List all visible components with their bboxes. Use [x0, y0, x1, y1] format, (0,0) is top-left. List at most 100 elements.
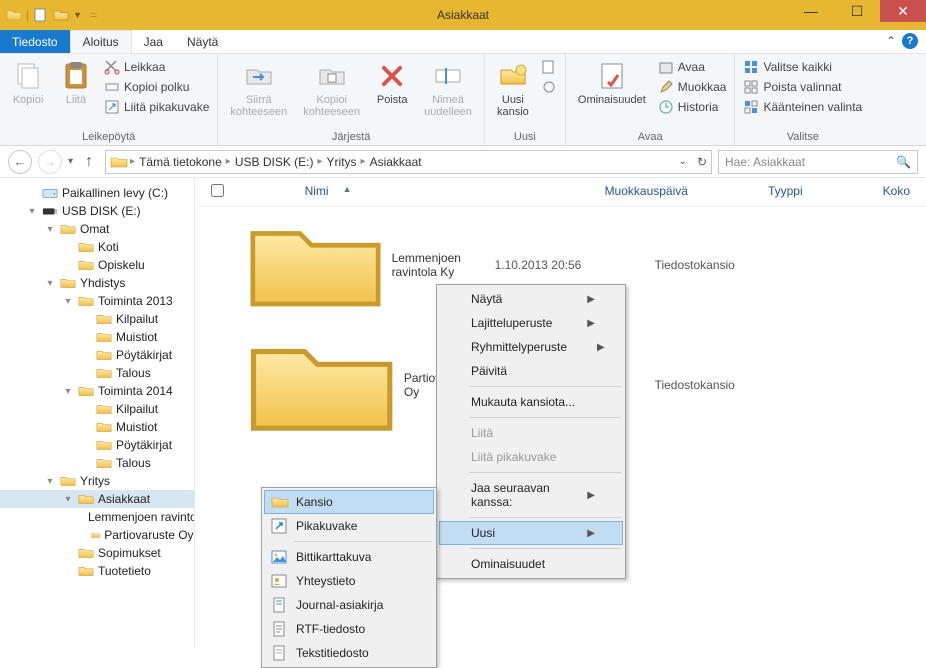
back-button[interactable]: ←: [8, 150, 32, 174]
crumb-asiakkaat[interactable]: Asiakkaat: [368, 155, 424, 169]
context-submenu-new[interactable]: Kansio Pikakuvake Bittikarttakuva Yhteys…: [261, 487, 437, 668]
copy-path-button[interactable]: Kopioi polku: [104, 78, 209, 96]
sort-asc-icon[interactable]: ▲: [343, 184, 352, 200]
tab-home[interactable]: Aloitus: [70, 30, 132, 53]
col-name[interactable]: Nimi: [305, 184, 329, 200]
tree-item[interactable]: Tuotetieto: [0, 562, 194, 580]
expand-icon[interactable]: ▾: [44, 278, 56, 289]
crumb-computer[interactable]: Tämä tietokone: [137, 155, 224, 169]
copy-to-button[interactable]: Kopioi kohteeseen: [299, 58, 364, 120]
tab-file[interactable]: Tiedosto: [0, 30, 70, 53]
cm-share[interactable]: Jaa seuraavan kanssa:▶: [439, 476, 623, 514]
cut-button[interactable]: Leikkaa: [104, 58, 209, 76]
refresh-icon[interactable]: ↻: [697, 155, 707, 169]
breadcrumb[interactable]: ▸ Tämä tietokone ▸ USB DISK (E:) ▸ Yrity…: [105, 150, 712, 174]
close-button[interactable]: ✕: [880, 0, 926, 22]
tree-item[interactable]: Lemmenjoen ravintola Ky: [0, 508, 194, 526]
tree-item[interactable]: ▾Omat: [0, 220, 194, 238]
tree-item[interactable]: Partiovaruste Oy: [0, 526, 194, 544]
cm-properties[interactable]: Ominaisuudet: [439, 552, 623, 576]
expand-icon[interactable]: ▾: [44, 476, 56, 487]
chevron-right-icon[interactable]: ▸: [226, 156, 231, 167]
history-button[interactable]: Historia: [658, 98, 727, 116]
deselect-button[interactable]: Poista valinnat: [743, 78, 862, 96]
cm-new-journal[interactable]: Journal-asiakirja: [264, 593, 434, 617]
cm-new-contact[interactable]: Yhteystieto: [264, 569, 434, 593]
tree-item[interactable]: Kilpailut: [0, 310, 194, 328]
cm-new[interactable]: Uusi▶: [439, 521, 623, 545]
tree-item[interactable]: Sopimukset: [0, 544, 194, 562]
cm-new-folder[interactable]: Kansio: [264, 490, 434, 514]
delete-button[interactable]: Poista: [372, 58, 412, 108]
rename-button[interactable]: Nimeä uudelleen: [420, 58, 476, 120]
tree-item[interactable]: ▾Toiminta 2013: [0, 292, 194, 310]
tree-item[interactable]: ▾Toiminta 2014: [0, 382, 194, 400]
cm-customize[interactable]: Mukauta kansiota...: [439, 390, 623, 414]
tree-item[interactable]: Opiskelu: [0, 256, 194, 274]
tree-item[interactable]: ▾Yhdistys: [0, 274, 194, 292]
search-input[interactable]: Hae: Asiakkaat 🔍: [718, 150, 918, 174]
cm-new-text[interactable]: Tekstitiedosto: [264, 641, 434, 665]
expand-icon[interactable]: ▾: [26, 206, 38, 217]
tree-item[interactable]: ▾Asiakkaat: [0, 490, 194, 508]
new-folder-button[interactable]: Uusi kansio: [493, 58, 533, 120]
invert-button[interactable]: Käänteinen valinta: [743, 98, 862, 116]
tree-item[interactable]: Muistiot: [0, 328, 194, 346]
open-button[interactable]: Avaa: [658, 58, 727, 76]
cm-paste-shortcut[interactable]: Liitä pikakuvake: [439, 445, 623, 469]
chevron-right-icon[interactable]: ▸: [361, 156, 366, 167]
expand-icon[interactable]: ▾: [62, 386, 74, 397]
history-dropdown-icon[interactable]: ▾: [68, 156, 73, 167]
dropdown-icon[interactable]: ⌄: [679, 156, 687, 167]
properties-button[interactable]: Ominaisuudet: [574, 58, 650, 108]
crumb-yritys[interactable]: Yritys: [325, 155, 359, 169]
maximize-button[interactable]: ☐: [834, 0, 880, 22]
up-button[interactable]: ↑: [79, 152, 99, 172]
select-all-checkbox[interactable]: [211, 184, 224, 197]
tree-item[interactable]: Paikallinen levy (C:): [0, 184, 194, 202]
cm-paste[interactable]: Liitä: [439, 421, 623, 445]
dropdown-icon[interactable]: ▼: [73, 10, 82, 20]
expand-icon[interactable]: ▾: [44, 224, 56, 235]
tree-item[interactable]: ▾Yritys: [0, 472, 194, 490]
cm-group[interactable]: Ryhmittelyperuste▶: [439, 335, 623, 359]
tree-item[interactable]: ▾USB DISK (E:): [0, 202, 194, 220]
nav-tree[interactable]: Paikallinen levy (C:)▾USB DISK (E:)▾Omat…: [0, 178, 195, 647]
new-icon[interactable]: [33, 7, 49, 23]
tree-item[interactable]: Muistiot: [0, 418, 194, 436]
easy-access-button[interactable]: [541, 78, 557, 96]
minimize-button[interactable]: —: [788, 0, 834, 22]
collapse-ribbon-icon[interactable]: ⌃: [886, 34, 896, 48]
forward-button[interactable]: →: [38, 150, 62, 174]
help-icon[interactable]: ?: [902, 33, 918, 49]
col-type[interactable]: Tyyppi: [768, 184, 803, 200]
cm-refresh[interactable]: Päivitä: [439, 359, 623, 383]
chevron-right-icon[interactable]: ▸: [318, 156, 323, 167]
tab-share[interactable]: Jaa: [132, 30, 175, 53]
new-item-button[interactable]: [541, 58, 557, 76]
cm-view[interactable]: Näytä▶: [439, 287, 623, 311]
col-date[interactable]: Muokkauspäivä: [605, 184, 688, 200]
tree-item[interactable]: Pöytäkirjat: [0, 346, 194, 364]
tree-item[interactable]: Talous: [0, 454, 194, 472]
cm-new-rtf[interactable]: RTF-tiedosto: [264, 617, 434, 641]
tree-item[interactable]: Kilpailut: [0, 400, 194, 418]
select-all-button[interactable]: Valitse kaikki: [743, 58, 862, 76]
cm-new-bitmap[interactable]: Bittikarttakuva: [264, 545, 434, 569]
move-to-button[interactable]: Siirrä kohteeseen: [226, 58, 291, 120]
tree-item[interactable]: Pöytäkirjat: [0, 436, 194, 454]
chevron-right-icon[interactable]: ▸: [130, 156, 135, 167]
folder-open-icon[interactable]: [53, 7, 69, 23]
copy-button[interactable]: Kopioi: [8, 58, 48, 108]
tree-item[interactable]: Talous: [0, 364, 194, 382]
tab-view[interactable]: Näytä: [175, 30, 230, 53]
context-menu[interactable]: Näytä▶ Lajitteluperuste▶ Ryhmittelyperus…: [436, 284, 626, 579]
expand-icon[interactable]: ▾: [62, 296, 74, 307]
expand-icon[interactable]: ▾: [62, 494, 74, 505]
tree-item[interactable]: Koti: [0, 238, 194, 256]
crumb-drive[interactable]: USB DISK (E:): [233, 155, 316, 169]
paste-button[interactable]: Liitä: [56, 58, 96, 108]
paste-shortcut-button[interactable]: Liitä pikakuvake: [104, 98, 209, 116]
cm-sort[interactable]: Lajitteluperuste▶: [439, 311, 623, 335]
edit-button[interactable]: Muokkaa: [658, 78, 727, 96]
